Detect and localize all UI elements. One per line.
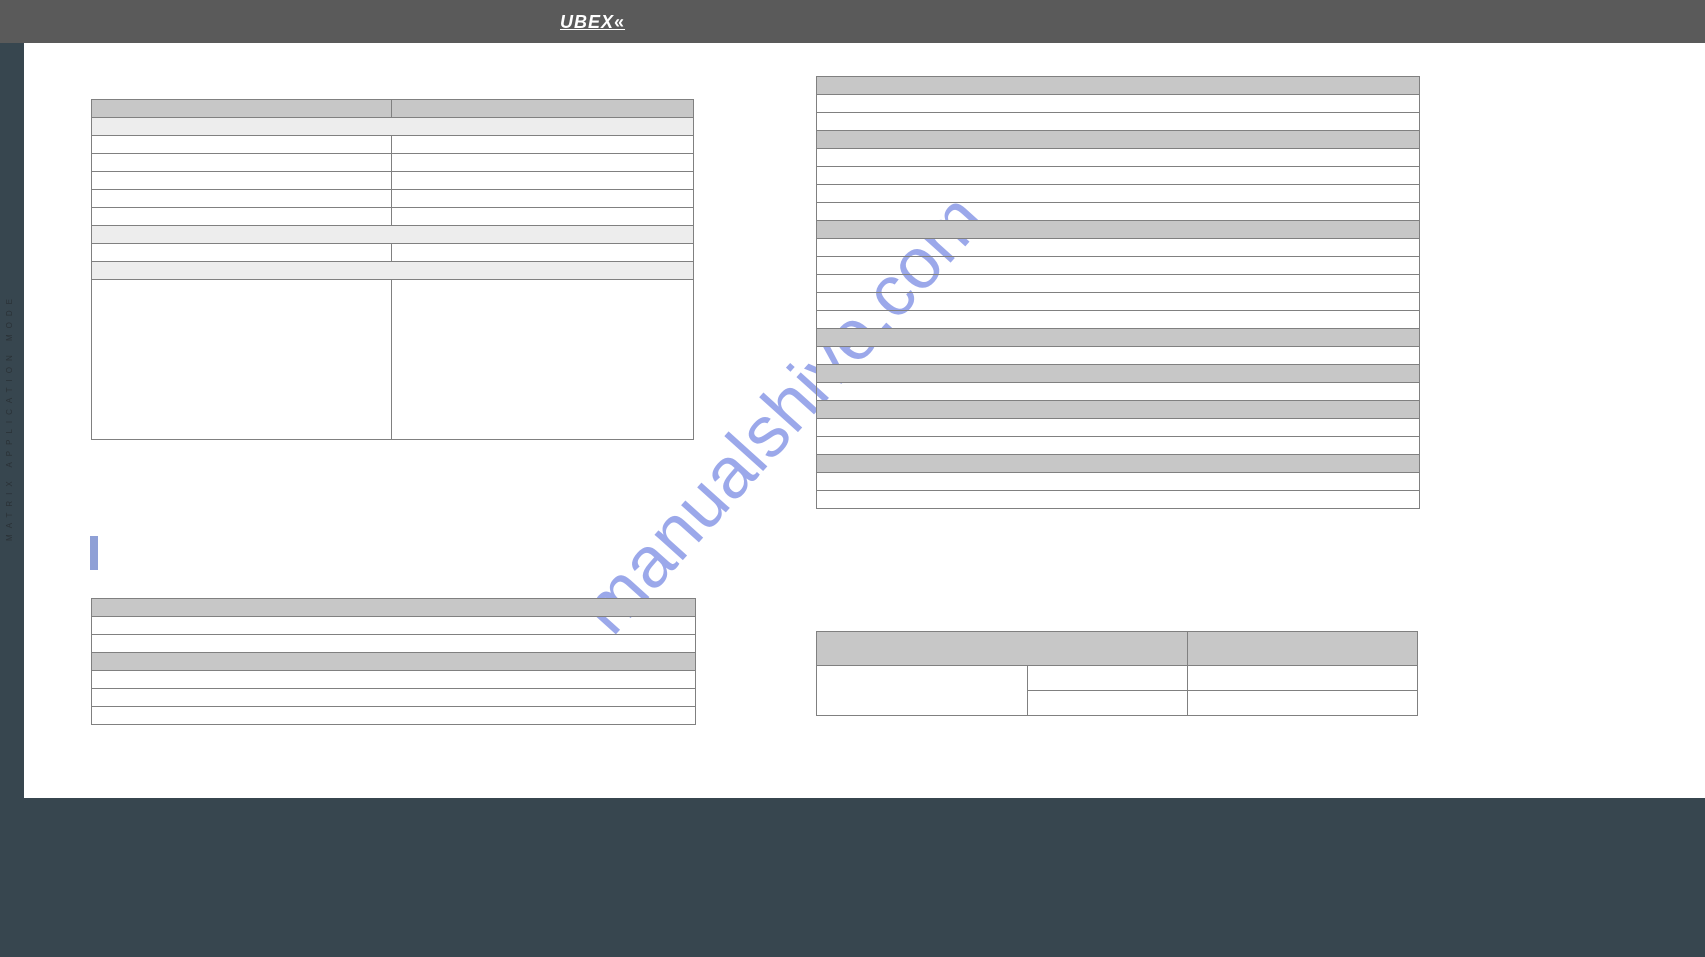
t1-cell: [392, 172, 694, 190]
t1-cell: [92, 172, 392, 190]
t1-cell: [92, 208, 392, 226]
t1-cell: [92, 190, 392, 208]
t3-cell: [817, 167, 1420, 185]
t1-subheader-3: [92, 262, 694, 280]
side-vertical-label: MATRIX APPLICATION MODE: [5, 293, 19, 541]
t3-cell: [817, 473, 1420, 491]
t4-cell: [1188, 691, 1418, 716]
t3-cell: [817, 383, 1420, 401]
t2-cell: [92, 707, 696, 725]
t3-header: [817, 401, 1420, 419]
t1-header-1: [92, 100, 392, 118]
t3-cell: [817, 149, 1420, 167]
t1-cell: [392, 244, 694, 262]
t3-header: [817, 329, 1420, 347]
t2-cell: [92, 689, 696, 707]
t1-cell: [392, 208, 694, 226]
t4-cell: [1028, 666, 1188, 691]
t3-cell: [817, 113, 1420, 131]
t1-subheader-2: [92, 226, 694, 244]
page-footer: [24, 798, 1705, 957]
t4-cell: [1188, 666, 1418, 691]
t3-header: [817, 77, 1420, 95]
t1-cell-tall: [392, 280, 694, 440]
t2-cell: [92, 671, 696, 689]
t4-header-1: [817, 632, 1188, 666]
t3-cell: [817, 347, 1420, 365]
t2-cell: [92, 617, 696, 635]
t3-header: [817, 221, 1420, 239]
spec-table-right-top: [816, 76, 1420, 509]
t4-cell: [817, 666, 1028, 716]
t1-cell: [92, 154, 392, 172]
t3-header: [817, 365, 1420, 383]
t4-cell: [1028, 691, 1188, 716]
t3-cell: [817, 275, 1420, 293]
t3-cell: [817, 311, 1420, 329]
top-bar: UBEX«: [0, 0, 1705, 43]
t1-cell: [92, 244, 392, 262]
t1-cell: [92, 136, 392, 154]
t4-header-2: [1188, 632, 1418, 666]
t1-subheader-1: [92, 118, 694, 136]
spec-table-left-top: [91, 99, 694, 440]
t3-cell: [817, 491, 1420, 509]
spec-table-right-bottom: [816, 631, 1418, 716]
t3-cell: [817, 293, 1420, 311]
t3-cell: [817, 203, 1420, 221]
t2-cell: [92, 635, 696, 653]
t1-cell: [392, 154, 694, 172]
t1-cell-tall: [92, 280, 392, 440]
spec-table-left-bottom: [91, 598, 696, 725]
side-panel: MATRIX APPLICATION MODE: [0, 43, 24, 957]
t3-cell: [817, 185, 1420, 203]
t1-header-2: [392, 100, 694, 118]
t1-cell: [392, 136, 694, 154]
brand-logo: UBEX«: [560, 12, 625, 33]
t3-cell: [817, 239, 1420, 257]
section-accent-bar: [90, 536, 98, 570]
t2-header: [92, 599, 696, 617]
logo-chevron-icon: «: [614, 12, 625, 32]
t3-cell: [817, 95, 1420, 113]
t3-cell: [817, 257, 1420, 275]
t2-subheader: [92, 653, 696, 671]
t3-cell: [817, 419, 1420, 437]
t3-header: [817, 455, 1420, 473]
t3-header: [817, 131, 1420, 149]
t1-cell: [392, 190, 694, 208]
t3-cell: [817, 437, 1420, 455]
